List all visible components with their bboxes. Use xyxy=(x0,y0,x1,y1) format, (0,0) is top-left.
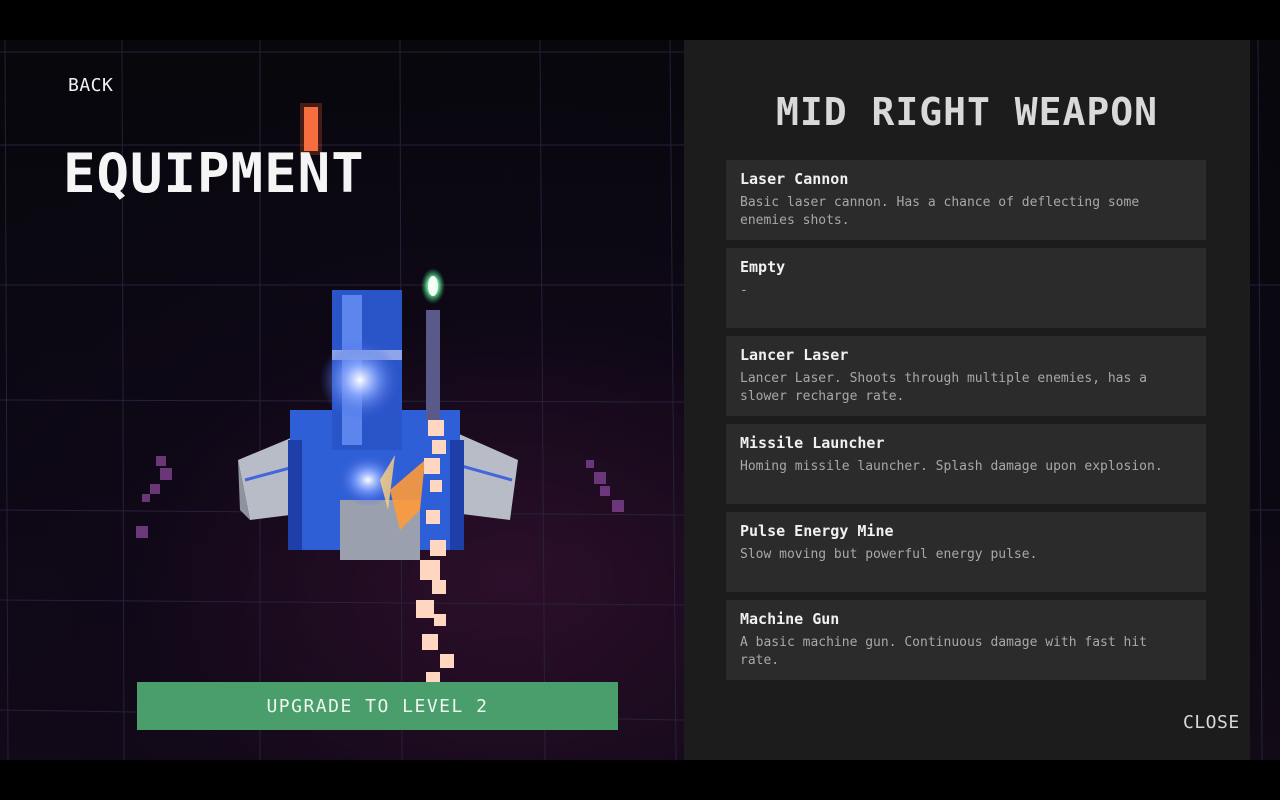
weapon-name: Pulse Energy Mine xyxy=(740,522,894,540)
weapon-name: Laser Cannon xyxy=(740,170,849,188)
letterbox-top xyxy=(0,0,1280,40)
weapon-item-machine-gun[interactable]: Machine Gun A basic machine gun. Continu… xyxy=(726,600,1206,680)
weapon-description: Lancer Laser. Shoots through multiple en… xyxy=(740,371,1147,404)
weapon-description: Slow moving but powerful energy pulse. xyxy=(740,547,1038,562)
back-button[interactable]: BACK xyxy=(68,75,113,96)
weapon-item-lancer-laser[interactable]: Lancer Laser Lancer Laser. Shoots throug… xyxy=(726,336,1206,416)
weapon-item-missile-launcher[interactable]: Missile Launcher Homing missile launcher… xyxy=(726,424,1206,504)
letterbox-bottom xyxy=(0,760,1280,800)
weapon-select-panel: MID RIGHT WEAPON Laser Cannon Basic lase… xyxy=(684,40,1250,760)
screen-title: EQUIPMENT xyxy=(63,142,365,205)
weapon-item-empty[interactable]: Empty - xyxy=(726,248,1206,328)
panel-title: MID RIGHT WEAPON xyxy=(775,90,1159,134)
weapon-item-laser-cannon[interactable]: Laser Cannon Basic laser cannon. Has a c… xyxy=(726,160,1206,240)
weapon-description: Homing missile launcher. Splash damage u… xyxy=(740,459,1163,474)
weapon-name: Lancer Laser xyxy=(740,346,849,364)
weapon-list: Laser Cannon Basic laser cannon. Has a c… xyxy=(726,160,1206,688)
weapon-name: Machine Gun xyxy=(740,610,840,628)
weapon-item-pulse-energy-mine[interactable]: Pulse Energy Mine Slow moving but powerf… xyxy=(726,512,1206,592)
weapon-description: Basic laser cannon. Has a chance of defl… xyxy=(740,195,1140,228)
weapon-name: Empty xyxy=(740,258,786,276)
weapon-description: A basic machine gun. Continuous damage w… xyxy=(740,635,1147,668)
close-button[interactable]: CLOSE xyxy=(1183,712,1240,733)
upgrade-button[interactable]: UPGRADE TO LEVEL 2 xyxy=(137,682,618,730)
weapon-description: - xyxy=(740,283,748,298)
upgrade-button-label: UPGRADE TO LEVEL 2 xyxy=(266,695,489,717)
weapon-name: Missile Launcher xyxy=(740,434,885,452)
